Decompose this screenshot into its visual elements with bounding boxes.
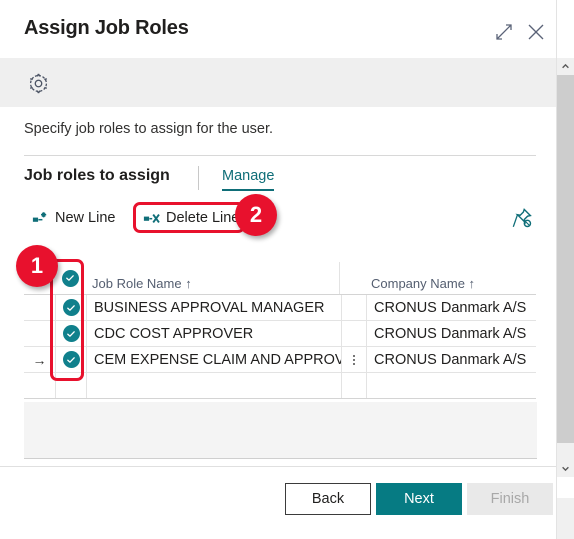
grid-footer-strip — [24, 402, 537, 459]
row-select-cell[interactable] — [56, 373, 87, 398]
cell-job-role-name[interactable]: CEM EXPENSE CLAIM AND APPROVER — [87, 347, 342, 372]
select-all-checkbox[interactable] — [61, 269, 79, 287]
tab-manage[interactable]: Manage — [222, 168, 275, 191]
scrollbar-thumb[interactable] — [557, 75, 574, 443]
table-row[interactable]: BUSINESS APPROVAL MANAGER CRONUS Danmark… — [24, 295, 536, 321]
chevron-down-icon[interactable] — [557, 460, 574, 477]
row-indicator — [24, 295, 56, 320]
row-menu-cell — [342, 295, 367, 320]
delete-line-label: Delete Line — [166, 210, 240, 226]
dialog-titlebar: Assign Job Roles — [0, 0, 574, 58]
column-header-company-name[interactable]: Company Name ↑ — [364, 262, 536, 294]
footer-divider — [0, 466, 557, 467]
page-title: Assign Job Roles — [24, 17, 189, 39]
next-button[interactable]: Next — [376, 483, 462, 515]
dialog-subtitle: Specify job roles to assign for the user… — [24, 121, 274, 137]
assign-job-roles-dialog: Assign Job Roles Specify job roles to as… — [0, 0, 574, 539]
more-options-icon[interactable] — [353, 354, 355, 365]
column-header-job-role-name[interactable]: Job Role Name ↑ — [85, 262, 340, 294]
grid-header-indicator-cell — [24, 262, 55, 294]
cell-job-role-name[interactable]: CDC COST APPROVER — [87, 321, 342, 346]
cell-job-role-name[interactable] — [87, 373, 342, 398]
table-row[interactable]: CDC COST APPROVER CRONUS Danmark A/S — [24, 321, 536, 347]
row-select-cell[interactable] — [56, 321, 87, 346]
row-checkbox[interactable] — [62, 299, 80, 316]
gear-icon[interactable] — [26, 71, 51, 96]
row-menu-cell[interactable] — [342, 347, 367, 372]
cell-company-name[interactable]: CRONUS Danmark A/S — [367, 321, 536, 346]
new-line-icon — [32, 210, 49, 227]
new-line-button[interactable]: New Line — [32, 204, 115, 232]
close-icon[interactable] — [524, 20, 548, 44]
cell-company-name[interactable]: CRONUS Danmark A/S — [367, 295, 536, 320]
tab-separator — [198, 166, 199, 190]
row-indicator — [24, 321, 56, 346]
job-roles-grid: Job Role Name ↑ Company Name ↑ BUSINESS … — [24, 262, 536, 399]
delete-line-icon — [143, 210, 160, 227]
row-menu-cell — [342, 373, 367, 398]
cell-company-name[interactable]: CRONUS Danmark A/S — [367, 347, 536, 372]
table-row[interactable]: → CEM EXPENSE CLAIM AND APPROVER CRONUS … — [24, 347, 536, 373]
row-select-cell[interactable] — [56, 347, 87, 372]
expand-diagonal-icon[interactable] — [492, 20, 516, 44]
table-row-empty[interactable] — [24, 373, 536, 399]
divider — [24, 155, 536, 156]
chevron-up-icon[interactable] — [557, 58, 574, 75]
grid-header-select-all-cell — [55, 262, 85, 294]
row-checkbox[interactable] — [62, 351, 80, 368]
new-line-label: New Line — [55, 210, 116, 226]
grid-header-menu-cell — [340, 262, 364, 294]
scrollbar-bottom-pad — [557, 498, 574, 539]
section-title: Job roles to assign — [24, 167, 170, 184]
vertical-scrollbar[interactable] — [557, 58, 574, 477]
row-menu-cell — [342, 321, 367, 346]
delete-line-button[interactable]: Delete Line — [143, 204, 239, 232]
annotation-badge-2: 2 — [235, 194, 277, 236]
settings-band — [0, 58, 557, 107]
pin-icon[interactable] — [511, 207, 533, 229]
row-select-cell[interactable] — [56, 295, 87, 320]
back-button[interactable]: Back — [285, 483, 371, 515]
row-indicator-current: → — [24, 347, 56, 372]
cell-job-role-name[interactable]: BUSINESS APPROVAL MANAGER — [87, 295, 342, 320]
finish-button: Finish — [467, 483, 553, 515]
row-checkbox[interactable] — [62, 325, 80, 342]
grid-header-row: Job Role Name ↑ Company Name ↑ — [24, 262, 536, 295]
cell-company-name[interactable] — [367, 373, 536, 398]
row-indicator — [24, 373, 56, 398]
